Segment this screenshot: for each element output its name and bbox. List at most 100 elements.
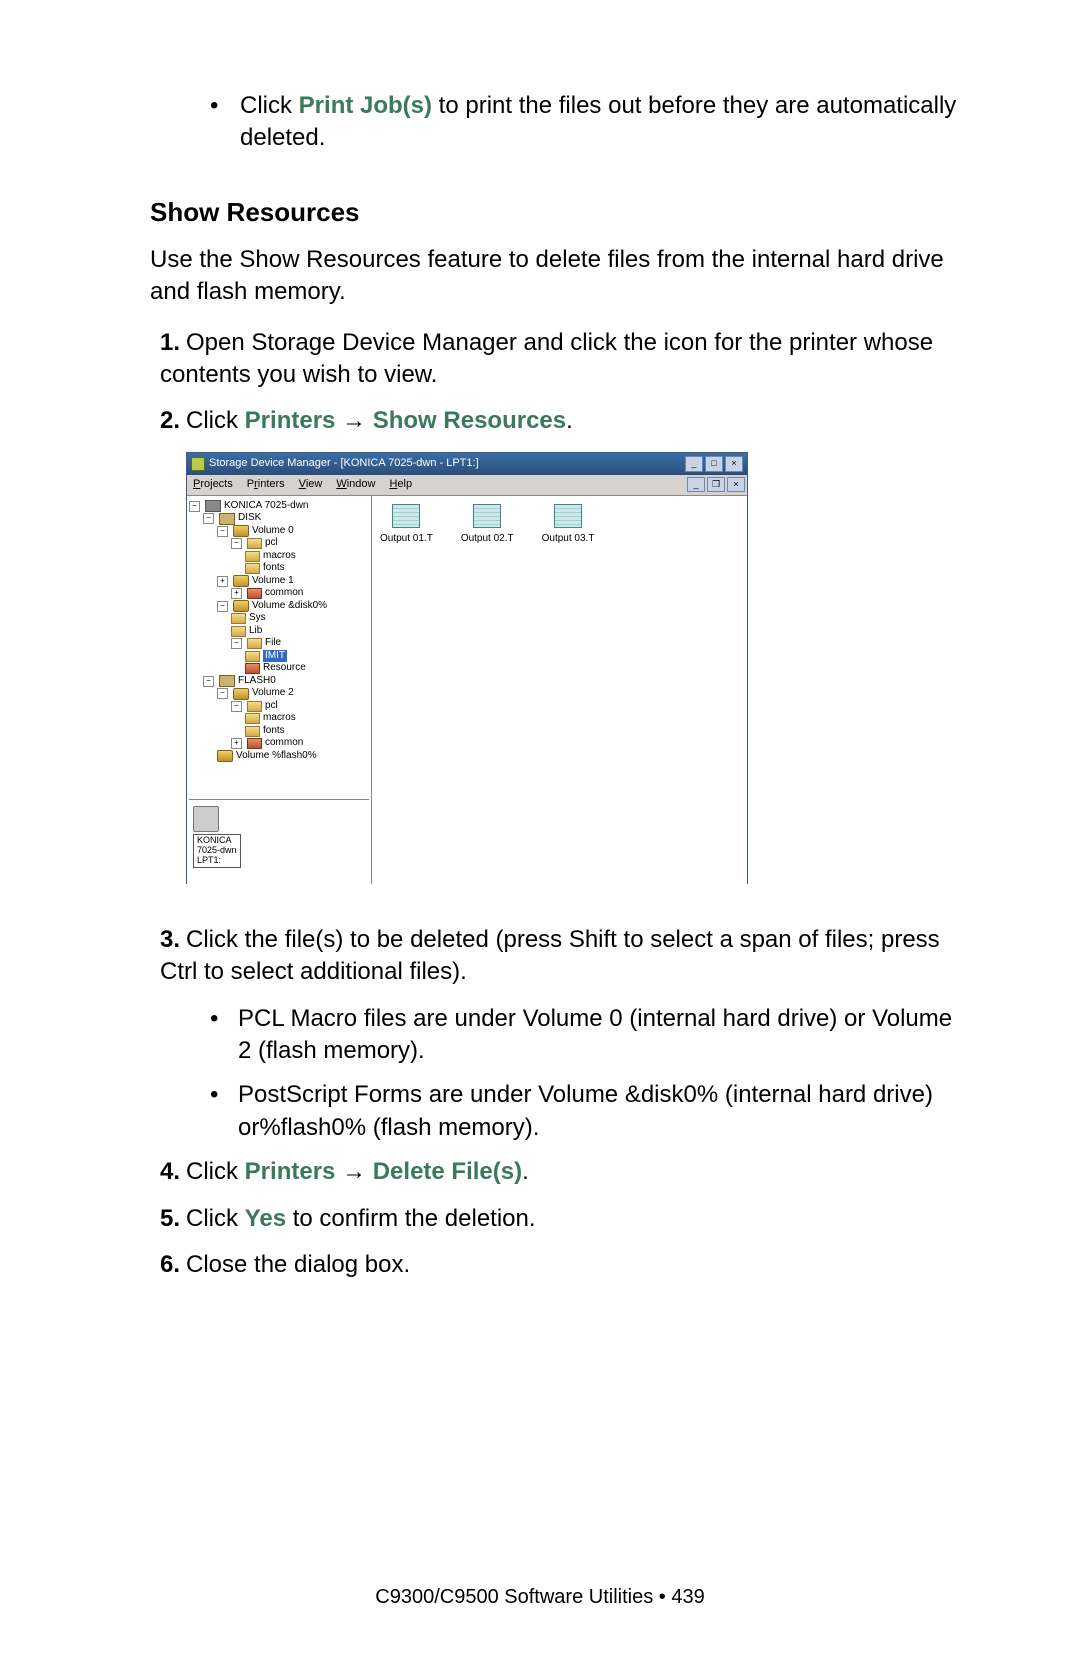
drive-icon [219,675,235,687]
step-4: 4.Click Printers → Delete File(s). [160,1156,960,1188]
step-text: Click Printers → Show Resources. [186,407,573,434]
file-icon [473,504,501,528]
step-number: 6. [160,1249,186,1281]
drive-icon [219,513,235,525]
file-label: Output 02.T [461,532,514,546]
file-item[interactable]: Output 03.T [542,504,595,546]
step-5: 5.Click Yes to confirm the deletion. [160,1203,960,1235]
window-controls[interactable]: _ □ × [685,456,743,472]
folder-icon [247,738,262,749]
expand-icon[interactable]: − [231,538,242,549]
file-label: Output 01.T [380,532,433,546]
storage-device-manager-window: Storage Device Manager - [KONICA 7025-dw… [186,452,748,884]
minimize-button[interactable]: _ [685,456,703,472]
step-1: 1.Open Storage Device Manager and click … [160,327,960,392]
link-show-resources: Show Resources [373,407,566,434]
expand-icon[interactable]: + [231,588,242,599]
expand-icon[interactable]: − [203,676,214,687]
expand-icon[interactable]: − [203,513,214,524]
folder-icon [245,663,260,674]
tree-item[interactable]: DISK [238,512,261,525]
printer-thumb-label: KONICA 7025-dwn LPT1: [193,834,241,868]
menu-printers[interactable]: Printers [247,477,285,492]
step-number: 1. [160,327,186,359]
doc-restore-button[interactable]: ❐ [707,477,725,492]
tree-item-selected[interactable]: IMIT [263,650,287,663]
text-plain: Click [240,92,299,119]
tree-item[interactable]: common [265,737,303,750]
step-2: 2.Click Printers → Show Resources. [160,405,960,437]
step-3a: • PCL Macro files are under Volume 0 (in… [210,1003,960,1068]
tree-item[interactable]: Sys [249,612,266,625]
folder-icon [247,588,262,599]
tree-item[interactable]: pcl [265,700,278,713]
intro-bullet-item: • Click Print Job(s) to print the files … [210,90,960,155]
step-number: 4. [160,1156,186,1188]
folder-icon [231,626,246,637]
tree-item[interactable]: Volume &disk0% [252,600,327,613]
step-number: 5. [160,1203,186,1235]
disk-icon [233,600,249,612]
file-item[interactable]: Output 02.T [461,504,514,546]
sub-bullet-text: PostScript Forms are under Volume &disk0… [238,1079,960,1144]
close-button[interactable]: × [725,456,743,472]
expand-icon[interactable]: + [231,738,242,749]
step-text: Close the dialog box. [186,1251,410,1278]
content-pane: Output 01.T Output 02.T Output 03.T [372,496,747,884]
step-number: 2. [160,405,186,437]
file-item[interactable]: Output 01.T [380,504,433,546]
para-intro: Use the Show Resources feature to delete… [150,244,960,309]
printer-thumb-icon[interactable] [193,806,219,832]
tree-item[interactable]: File [265,637,281,650]
folder-icon [245,551,260,562]
expand-icon[interactable]: − [231,638,242,649]
doc-window-controls[interactable]: _ ❐ × [687,477,745,492]
tree-item[interactable]: fonts [263,562,285,575]
file-icon [554,504,582,528]
tree-item[interactable]: pcl [265,537,278,550]
file-icon [392,504,420,528]
printer-icon [205,500,221,512]
file-label: Output 03.T [542,532,595,546]
menu-projects[interactable]: Projects [193,477,233,492]
tree-item[interactable]: fonts [263,725,285,738]
menu-window[interactable]: Window [336,477,375,492]
menu-help[interactable]: Help [389,477,412,492]
step-text: Click Yes to confirm the deletion. [186,1205,536,1232]
expand-icon[interactable]: − [217,688,228,699]
page-footer: C9300/C9500 Software Utilities • 439 [0,1586,1080,1609]
tree-item[interactable]: Resource [263,662,306,675]
tree-item[interactable]: Lib [249,625,262,638]
printer-thumbnail-area: KONICA 7025-dwn LPT1: [189,799,369,880]
tree-item[interactable]: macros [263,550,296,563]
expand-icon[interactable]: − [231,701,242,712]
link-printers: Printers [245,1158,336,1185]
tree-item[interactable]: FLASH0 [238,675,276,688]
expand-icon[interactable]: − [217,526,228,537]
menu-view[interactable]: View [299,477,323,492]
disk-icon [233,688,249,700]
link-printers: Printers [245,407,336,434]
tree-item[interactable]: Volume 2 [252,687,294,700]
expand-icon[interactable]: − [189,501,200,512]
folder-icon [245,713,260,724]
doc-minimize-button[interactable]: _ [687,477,705,492]
app-icon [191,457,205,471]
tree-item[interactable]: Volume 1 [252,575,294,588]
expand-icon[interactable]: + [217,576,228,587]
step-text: Click the file(s) to be deleted (press S… [160,926,940,985]
sub-bullet-text: PCL Macro files are under Volume 0 (inte… [238,1003,960,1068]
disk-icon [217,750,233,762]
tree-item[interactable]: Volume %flash0% [236,750,317,763]
link-yes: Yes [245,1205,286,1232]
tree-item[interactable]: macros [263,712,296,725]
maximize-button[interactable]: □ [705,456,723,472]
step-number: 3. [160,924,186,956]
tree-root[interactable]: KONICA 7025-dwn [224,500,309,513]
tree-item[interactable]: common [265,587,303,600]
tree-view[interactable]: −KONICA 7025-dwn −DISK −Volume 0 −pcl ma… [189,500,369,799]
tree-item[interactable]: Volume 0 [252,525,294,538]
doc-close-button[interactable]: × [727,477,745,492]
titlebar: Storage Device Manager - [KONICA 7025-dw… [187,453,747,475]
expand-icon[interactable]: − [217,601,228,612]
